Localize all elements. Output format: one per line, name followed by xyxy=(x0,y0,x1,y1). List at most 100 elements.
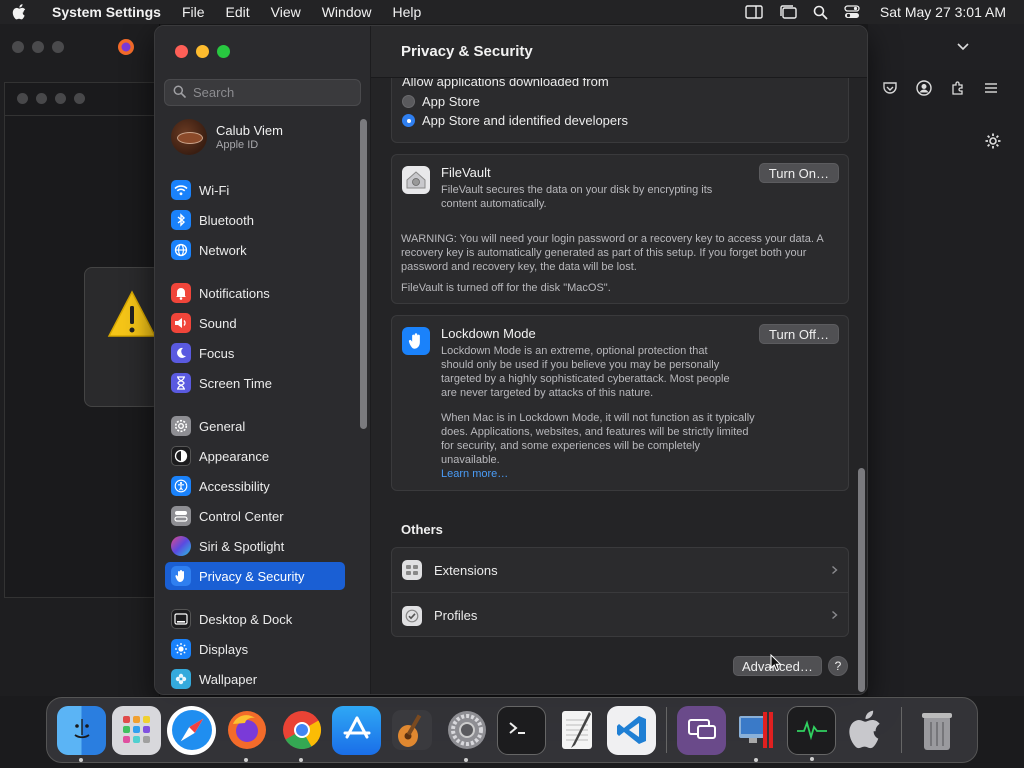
sidebar-item-label: Control Center xyxy=(199,508,284,524)
sidebar-toggle-icon[interactable] xyxy=(745,5,763,19)
stage-manager-icon[interactable] xyxy=(779,5,797,19)
sidebar-item-focus[interactable]: Focus xyxy=(165,339,345,367)
menu-app-name[interactable]: System Settings xyxy=(52,4,161,20)
content-scrollbar[interactable] xyxy=(858,468,865,692)
hamburger-menu-icon[interactable] xyxy=(984,82,998,97)
search-field[interactable] xyxy=(164,79,361,106)
sidebar-item-label: Bluetooth xyxy=(199,212,254,228)
speaker-icon xyxy=(171,313,191,333)
extensions-label: Extensions xyxy=(434,562,498,578)
dock-apple-icon[interactable] xyxy=(842,706,891,755)
radio-button-selected[interactable] xyxy=(402,114,415,127)
sidebar: Calub Viem Apple ID Wi-Fi Bluetooth Netw… xyxy=(155,26,371,694)
sidebar-item-notifications[interactable]: Notifications xyxy=(165,279,345,307)
sidebar-item-label: Desktop & Dock xyxy=(199,611,293,627)
sidebar-item-wifi[interactable]: Wi-Fi xyxy=(165,176,345,204)
bell-icon xyxy=(171,283,191,303)
gear-icon[interactable] xyxy=(984,132,1002,153)
dock-launchpad-icon[interactable] xyxy=(112,705,161,755)
menu-clock[interactable]: Sat May 27 3:01 AM xyxy=(880,4,1006,20)
accessibility-icon xyxy=(171,476,191,496)
dock-garageband-icon[interactable] xyxy=(387,706,436,755)
minimize-button[interactable] xyxy=(196,45,209,58)
menu-help[interactable]: Help xyxy=(393,4,422,20)
sidebar-item-label: Displays xyxy=(199,641,249,657)
filevault-turn-on-button[interactable]: Turn On… xyxy=(758,163,839,183)
radio-button[interactable] xyxy=(402,95,415,108)
filevault-status: FileVault is turned off for the disk "Ma… xyxy=(401,282,611,294)
search-icon xyxy=(173,85,186,101)
sidebar-item-desktop-dock[interactable]: Desktop & Dock xyxy=(165,605,345,633)
dock-textedit-icon[interactable] xyxy=(552,706,601,755)
sidebar-item-label: Screen Time xyxy=(199,375,272,391)
sidebar-item-displays[interactable]: Displays xyxy=(165,635,345,663)
control-center-icon[interactable] xyxy=(844,5,860,19)
warning-icon xyxy=(107,290,157,345)
background-window-controls xyxy=(12,41,64,53)
sidebar-scrollbar[interactable] xyxy=(360,119,367,429)
dock-terminal-icon[interactable] xyxy=(497,705,546,755)
sidebar-item-control-center[interactable]: Control Center xyxy=(165,502,345,530)
dock-trash-icon[interactable] xyxy=(912,706,961,755)
sidebar-item-general[interactable]: General xyxy=(165,412,345,440)
lockdown-title: Lockdown Mode xyxy=(441,326,536,341)
dock-safari-icon[interactable] xyxy=(167,705,216,755)
sidebar-item-label: Sound xyxy=(199,315,237,331)
filevault-title: FileVault xyxy=(441,165,491,180)
dock-system-settings-icon[interactable] xyxy=(442,706,491,762)
radio-app-store[interactable]: App Store xyxy=(402,94,480,109)
dock-chrome-icon[interactable] xyxy=(277,706,326,762)
close-button[interactable] xyxy=(175,45,188,58)
sidebar-item-wallpaper[interactable]: Wallpaper xyxy=(165,665,345,693)
account-icon[interactable] xyxy=(916,79,932,99)
menu-window[interactable]: Window xyxy=(322,4,372,20)
dock-firefox-icon[interactable] xyxy=(222,706,271,762)
learn-more-link[interactable]: Learn more… xyxy=(441,468,508,480)
sidebar-item-network[interactable]: Network xyxy=(165,236,345,264)
sidebar-item-screen-time[interactable]: Screen Time xyxy=(165,369,345,397)
menu-view[interactable]: View xyxy=(271,4,301,20)
profiles-row[interactable]: Profiles xyxy=(392,593,848,638)
lockdown-description: Lockdown Mode is an extreme, optional pr… xyxy=(441,345,730,399)
dock-finder-icon[interactable] xyxy=(57,705,106,762)
sidebar-item-label: Siri & Spotlight xyxy=(199,538,285,554)
sidebar-item-siri-spotlight[interactable]: Siri & Spotlight xyxy=(165,532,345,560)
system-settings-window: Calub Viem Apple ID Wi-Fi Bluetooth Netw… xyxy=(154,25,868,695)
chevron-down-icon[interactable] xyxy=(956,40,970,55)
sidebar-item-appearance[interactable]: Appearance xyxy=(165,442,345,470)
profiles-label: Profiles xyxy=(434,608,478,623)
radio-app-store-identified[interactable]: App Store and identified developers xyxy=(402,113,628,128)
page-title: Privacy & Security xyxy=(401,43,533,60)
others-heading: Others xyxy=(401,522,443,537)
zoom-button[interactable] xyxy=(217,45,230,58)
dock-parallels-icon[interactable] xyxy=(732,706,781,762)
firefox-tab-icon xyxy=(117,38,135,59)
lockdown-panel: Lockdown Mode Lockdown Mode is an extrem… xyxy=(391,315,849,491)
dock-activity-monitor-icon[interactable] xyxy=(787,705,836,761)
lockdown-turn-off-button[interactable]: Turn Off… xyxy=(759,324,839,344)
menu-file[interactable]: File xyxy=(182,4,205,20)
help-button[interactable]: ? xyxy=(828,656,848,676)
sidebar-item-label: Wallpaper xyxy=(199,671,258,687)
extensions-puzzle-icon[interactable] xyxy=(950,80,966,99)
user-name: Calub Viem xyxy=(216,123,283,138)
dock-separator xyxy=(901,707,902,753)
extensions-row[interactable]: Extensions xyxy=(392,548,848,593)
firefox-toolbar xyxy=(868,70,1024,108)
sidebar-item-privacy-security[interactable]: Privacy & Security xyxy=(165,562,345,590)
dock-remote-desktop-icon[interactable] xyxy=(677,705,726,755)
dock-vscode-icon[interactable] xyxy=(607,705,656,755)
sidebar-item-sound[interactable]: Sound xyxy=(165,309,345,337)
sidebar-item-accessibility[interactable]: Accessibility xyxy=(165,472,345,500)
apple-id-account[interactable]: Calub Viem Apple ID xyxy=(171,119,283,155)
search-input[interactable] xyxy=(193,85,353,100)
pocket-icon[interactable] xyxy=(882,80,898,99)
search-icon[interactable] xyxy=(813,5,828,20)
bluetooth-icon xyxy=(171,210,191,230)
globe-icon xyxy=(171,240,191,260)
apple-menu-icon[interactable] xyxy=(12,3,34,21)
dock-app-store-icon[interactable] xyxy=(332,705,381,755)
menu-edit[interactable]: Edit xyxy=(226,4,250,20)
sidebar-item-bluetooth[interactable]: Bluetooth xyxy=(165,206,345,234)
lockdown-description-2: When Mac is in Lockdown Mode, it will no… xyxy=(441,412,755,466)
